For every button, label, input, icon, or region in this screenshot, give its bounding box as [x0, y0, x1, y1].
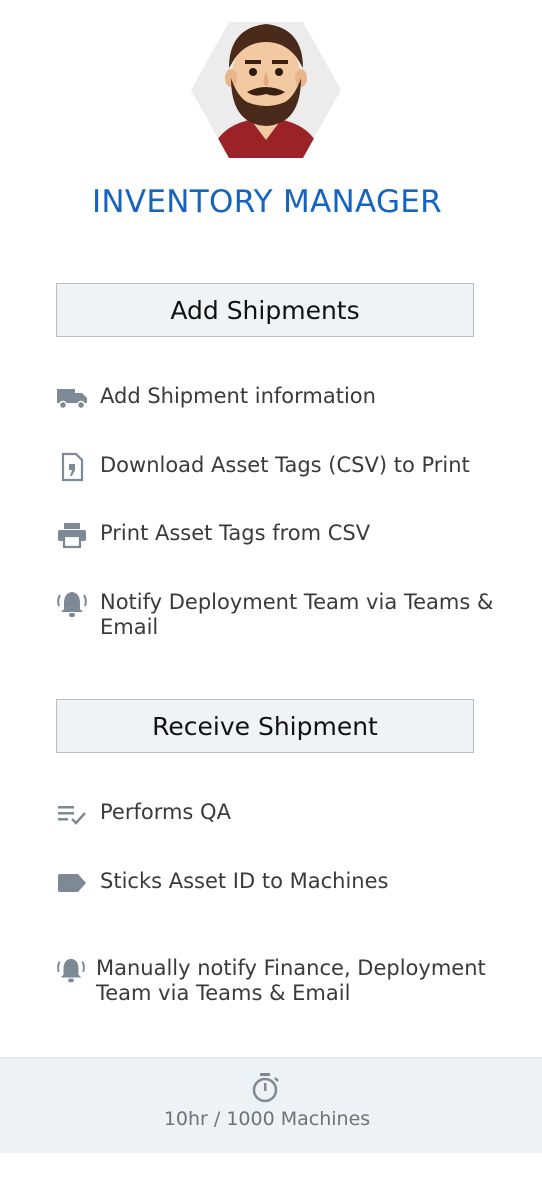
list-item-label: Manually notify Finance, Deployment	[96, 956, 486, 980]
list-item: Add Shipment information	[56, 384, 506, 412]
checklist-icon	[56, 800, 90, 828]
bell-icon	[56, 956, 86, 984]
stopwatch-icon	[250, 1072, 280, 1108]
receive-shipment-button[interactable]: Receive Shipment	[56, 699, 474, 753]
tag-icon	[56, 869, 90, 897]
list-item: Download Asset Tags (CSV) to Print	[56, 452, 506, 482]
list-item: Print Asset Tags from CSV	[56, 521, 506, 549]
footer: 10hr / 1000 Machines	[0, 1057, 542, 1153]
list-item-label: Notify Deployment Team via Teams &	[100, 590, 494, 614]
csv-file-icon	[56, 452, 90, 482]
list-item: Performs QA	[56, 800, 506, 828]
truck-icon	[56, 384, 90, 412]
list-item-label-block: Manually notify Finance, Deployment Team…	[86, 956, 486, 1006]
printer-icon	[56, 521, 90, 549]
list-item-label: Print Asset Tags from CSV	[100, 521, 371, 545]
avatar-image	[191, 22, 341, 158]
footer-text: 10hr / 1000 Machines	[163, 1108, 371, 1130]
add-shipments-button[interactable]: Add Shipments	[56, 283, 474, 337]
bell-icon	[56, 590, 90, 618]
list-item-label-cont: Email	[100, 615, 159, 639]
list-item-label: Add Shipment information	[100, 384, 376, 408]
list-item: Sticks Asset ID to Machines	[56, 869, 506, 897]
list-item-label: Download Asset Tags (CSV) to Print	[100, 453, 470, 477]
list-item: Manually notify Finance, Deployment Team…	[56, 956, 506, 1006]
list-item-label: Performs QA	[100, 800, 231, 824]
list-item-label-cont: Team via Teams & Email	[96, 981, 351, 1005]
list-item-label-block: Notify Deployment Team via Teams & Email	[90, 590, 493, 640]
avatar	[189, 20, 343, 160]
list-item-label: Sticks Asset ID to Machines	[100, 869, 389, 893]
list-item: Notify Deployment Team via Teams & Email	[56, 590, 506, 640]
role-title: INVENTORY MANAGER	[91, 184, 443, 220]
